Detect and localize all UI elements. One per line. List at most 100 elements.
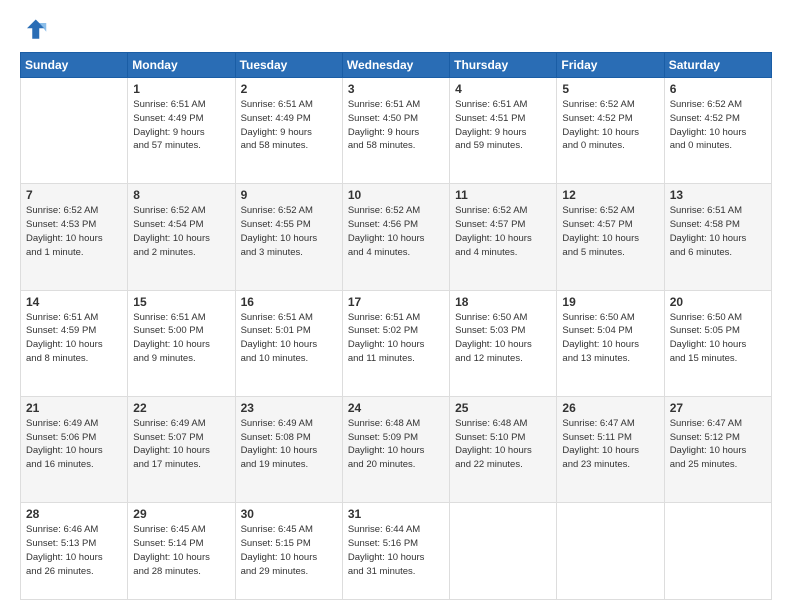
- day-number: 20: [670, 295, 766, 309]
- calendar-cell: 10 Sunrise: 6:52 AMSunset: 4:56 PMDayligh…: [342, 184, 449, 290]
- calendar-cell: 21 Sunrise: 6:49 AMSunset: 5:06 PMDayligh…: [21, 396, 128, 502]
- day-number: 28: [26, 507, 122, 521]
- day-info: Sunrise: 6:51 AMSunset: 5:01 PMDaylight:…: [241, 311, 337, 366]
- day-info: Sunrise: 6:45 AMSunset: 5:15 PMDaylight:…: [241, 523, 337, 578]
- day-info: Sunrise: 6:52 AMSunset: 4:53 PMDaylight:…: [26, 204, 122, 259]
- calendar-cell: 31 Sunrise: 6:44 AMSunset: 5:16 PMDayligh…: [342, 503, 449, 600]
- day-info: Sunrise: 6:51 AMSunset: 5:02 PMDaylight:…: [348, 311, 444, 366]
- day-number: 6: [670, 82, 766, 96]
- logo-icon: [20, 16, 48, 44]
- calendar-cell: 28 Sunrise: 6:46 AMSunset: 5:13 PMDayligh…: [21, 503, 128, 600]
- calendar-cell: 22 Sunrise: 6:49 AMSunset: 5:07 PMDayligh…: [128, 396, 235, 502]
- day-number: 10: [348, 188, 444, 202]
- day-info: Sunrise: 6:52 AMSunset: 4:57 PMDaylight:…: [562, 204, 658, 259]
- calendar-cell: 8 Sunrise: 6:52 AMSunset: 4:54 PMDaylight…: [128, 184, 235, 290]
- calendar-cell: 25 Sunrise: 6:48 AMSunset: 5:10 PMDayligh…: [450, 396, 557, 502]
- day-number: 12: [562, 188, 658, 202]
- day-number: 24: [348, 401, 444, 415]
- day-info: Sunrise: 6:52 AMSunset: 4:56 PMDaylight:…: [348, 204, 444, 259]
- day-number: 8: [133, 188, 229, 202]
- calendar-cell: [21, 78, 128, 184]
- calendar-cell: 2 Sunrise: 6:51 AMSunset: 4:49 PMDaylight…: [235, 78, 342, 184]
- day-info: Sunrise: 6:51 AMSunset: 4:49 PMDaylight:…: [241, 98, 337, 153]
- day-info: Sunrise: 6:52 AMSunset: 4:55 PMDaylight:…: [241, 204, 337, 259]
- day-info: Sunrise: 6:45 AMSunset: 5:14 PMDaylight:…: [133, 523, 229, 578]
- day-info: Sunrise: 6:48 AMSunset: 5:09 PMDaylight:…: [348, 417, 444, 472]
- day-info: Sunrise: 6:52 AMSunset: 4:54 PMDaylight:…: [133, 204, 229, 259]
- day-number: 18: [455, 295, 551, 309]
- day-number: 1: [133, 82, 229, 96]
- calendar-cell: [664, 503, 771, 600]
- day-number: 2: [241, 82, 337, 96]
- day-info: Sunrise: 6:44 AMSunset: 5:16 PMDaylight:…: [348, 523, 444, 578]
- day-info: Sunrise: 6:50 AMSunset: 5:03 PMDaylight:…: [455, 311, 551, 366]
- calendar-cell: 6 Sunrise: 6:52 AMSunset: 4:52 PMDaylight…: [664, 78, 771, 184]
- day-info: Sunrise: 6:49 AMSunset: 5:08 PMDaylight:…: [241, 417, 337, 472]
- day-number: 19: [562, 295, 658, 309]
- day-number: 22: [133, 401, 229, 415]
- calendar-header-thursday: Thursday: [450, 53, 557, 78]
- page: SundayMondayTuesdayWednesdayThursdayFrid…: [0, 0, 792, 612]
- day-number: 9: [241, 188, 337, 202]
- calendar-cell: 11Sunrise: 6:52 AMSunset: 4:57 PMDayligh…: [450, 184, 557, 290]
- day-info: Sunrise: 6:50 AMSunset: 5:05 PMDaylight:…: [670, 311, 766, 366]
- day-number: 27: [670, 401, 766, 415]
- calendar-cell: 13 Sunrise: 6:51 AMSunset: 4:58 PMDayligh…: [664, 184, 771, 290]
- calendar-cell: 17 Sunrise: 6:51 AMSunset: 5:02 PMDayligh…: [342, 290, 449, 396]
- day-number: 15: [133, 295, 229, 309]
- calendar-header-monday: Monday: [128, 53, 235, 78]
- calendar-cell: [450, 503, 557, 600]
- day-info: Sunrise: 6:51 AMSunset: 4:58 PMDaylight:…: [670, 204, 766, 259]
- calendar-header-saturday: Saturday: [664, 53, 771, 78]
- calendar-cell: 29Sunrise: 6:45 AMSunset: 5:14 PMDayligh…: [128, 503, 235, 600]
- day-number: 13: [670, 188, 766, 202]
- calendar-cell: 24 Sunrise: 6:48 AMSunset: 5:09 PMDayligh…: [342, 396, 449, 502]
- day-info: Sunrise: 6:48 AMSunset: 5:10 PMDaylight:…: [455, 417, 551, 472]
- calendar-cell: 12 Sunrise: 6:52 AMSunset: 4:57 PMDayligh…: [557, 184, 664, 290]
- calendar-cell: 26 Sunrise: 6:47 AMSunset: 5:11 PMDayligh…: [557, 396, 664, 502]
- day-info: Sunrise: 6:52 AMSunset: 4:52 PMDaylight:…: [670, 98, 766, 153]
- calendar-cell: 18 Sunrise: 6:50 AMSunset: 5:03 PMDayligh…: [450, 290, 557, 396]
- calendar-cell: 15 Sunrise: 6:51 AMSunset: 5:00 PMDayligh…: [128, 290, 235, 396]
- day-info: Sunrise: 6:51 AMSunset: 4:50 PMDaylight:…: [348, 98, 444, 153]
- logo: [20, 16, 52, 44]
- calendar-header-row: SundayMondayTuesdayWednesdayThursdayFrid…: [21, 53, 772, 78]
- calendar-cell: 9 Sunrise: 6:52 AMSunset: 4:55 PMDaylight…: [235, 184, 342, 290]
- day-info: Sunrise: 6:51 AMSunset: 5:00 PMDaylight:…: [133, 311, 229, 366]
- day-number: 4: [455, 82, 551, 96]
- calendar-header-tuesday: Tuesday: [235, 53, 342, 78]
- calendar-cell: 27 Sunrise: 6:47 AMSunset: 5:12 PMDayligh…: [664, 396, 771, 502]
- day-info: Sunrise: 6:47 AMSunset: 5:12 PMDaylight:…: [670, 417, 766, 472]
- header: [20, 16, 772, 44]
- day-info: Sunrise: 6:49 AMSunset: 5:06 PMDaylight:…: [26, 417, 122, 472]
- day-number: 7: [26, 188, 122, 202]
- day-number: 14: [26, 295, 122, 309]
- day-number: 21: [26, 401, 122, 415]
- day-info: Sunrise: 6:52 AMSunset: 4:52 PMDaylight:…: [562, 98, 658, 153]
- day-number: 26: [562, 401, 658, 415]
- day-info: Sunrise: 6:51 AMSunset: 4:59 PMDaylight:…: [26, 311, 122, 366]
- calendar-cell: 30 Sunrise: 6:45 AMSunset: 5:15 PMDayligh…: [235, 503, 342, 600]
- calendar-cell: 16 Sunrise: 6:51 AMSunset: 5:01 PMDayligh…: [235, 290, 342, 396]
- day-number: 30: [241, 507, 337, 521]
- day-number: 23: [241, 401, 337, 415]
- day-number: 25: [455, 401, 551, 415]
- day-info: Sunrise: 6:52 AMSunset: 4:57 PMDaylight:…: [455, 204, 551, 259]
- calendar-cell: 20 Sunrise: 6:50 AMSunset: 5:05 PMDayligh…: [664, 290, 771, 396]
- day-number: 17: [348, 295, 444, 309]
- calendar-cell: [557, 503, 664, 600]
- calendar-cell: 3 Sunrise: 6:51 AMSunset: 4:50 PMDaylight…: [342, 78, 449, 184]
- calendar-header-sunday: Sunday: [21, 53, 128, 78]
- day-info: Sunrise: 6:50 AMSunset: 5:04 PMDaylight:…: [562, 311, 658, 366]
- calendar-cell: 1Sunrise: 6:51 AMSunset: 4:49 PMDaylight…: [128, 78, 235, 184]
- calendar-table: SundayMondayTuesdayWednesdayThursdayFrid…: [20, 52, 772, 600]
- calendar-cell: 14 Sunrise: 6:51 AMSunset: 4:59 PMDayligh…: [21, 290, 128, 396]
- day-number: 16: [241, 295, 337, 309]
- day-number: 31: [348, 507, 444, 521]
- day-number: 5: [562, 82, 658, 96]
- calendar-cell: 19 Sunrise: 6:50 AMSunset: 5:04 PMDayligh…: [557, 290, 664, 396]
- day-info: Sunrise: 6:46 AMSunset: 5:13 PMDaylight:…: [26, 523, 122, 578]
- day-info: Sunrise: 6:47 AMSunset: 5:11 PMDaylight:…: [562, 417, 658, 472]
- day-info: Sunrise: 6:49 AMSunset: 5:07 PMDaylight:…: [133, 417, 229, 472]
- day-number: 3: [348, 82, 444, 96]
